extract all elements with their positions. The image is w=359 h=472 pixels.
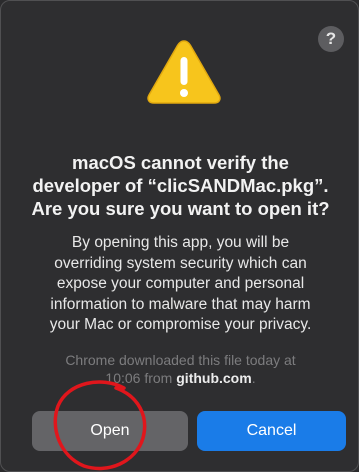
gatekeeper-dialog: ? macOS cannot verify the developer of “… <box>0 0 359 472</box>
source-line: 10:06 from github.com. <box>1 369 359 387</box>
cancel-button[interactable]: Cancel <box>197 411 346 451</box>
title-line: developer of “clicSANDMac.pkg”. <box>32 175 329 196</box>
open-button-label: Open <box>90 422 130 439</box>
open-button[interactable]: Open <box>32 411 188 451</box>
help-button[interactable]: ? <box>318 26 344 52</box>
source-line: Chrome downloaded this file today at <box>65 352 296 368</box>
source-domain: github.com <box>176 370 252 386</box>
source-time: 10:06 from <box>105 370 177 386</box>
help-icon: ? <box>325 29 337 48</box>
title-line: macOS cannot verify the <box>72 152 289 173</box>
dialog-message: By opening this app, you will be overrid… <box>1 233 359 336</box>
cancel-button-label: Cancel <box>246 422 297 439</box>
message-line: your Mac or compromise your privacy. <box>49 316 312 333</box>
title-line: Are you sure you want to open it? <box>31 198 330 219</box>
dialog-title: macOS cannot verify the developer of “cl… <box>1 151 359 220</box>
source-end: . <box>251 370 256 386</box>
message-line: expose your computer and personal <box>56 275 305 292</box>
message-line: information to malware that may harm <box>50 295 311 313</box>
download-source-info: Chrome downloaded this file today at 10:… <box>1 351 359 387</box>
message-line: By opening this app, you will be <box>71 234 290 251</box>
warning-triangle-icon <box>147 40 221 104</box>
message-line: overriding system security which can <box>54 254 307 272</box>
